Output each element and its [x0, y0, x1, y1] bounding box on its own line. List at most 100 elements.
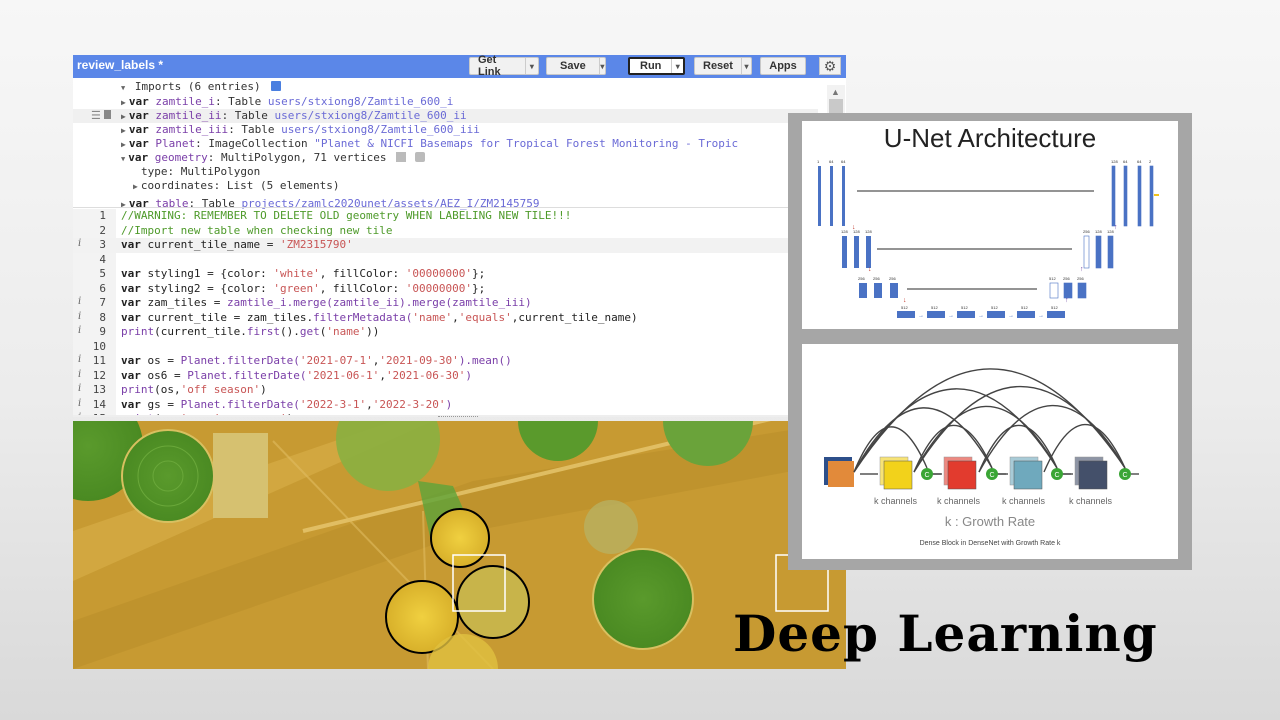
info-icon[interactable]: i [78, 238, 81, 249]
import-type: : ImageCollection [195, 137, 315, 150]
line-number: 5 [99, 267, 106, 280]
code-token: '2021-07-1' [299, 354, 373, 367]
run-button[interactable]: Run ▾ [628, 57, 685, 75]
code-line[interactable]: i 9 print(current_tile.first().get('name')… [73, 325, 818, 340]
line-number: 1 [99, 209, 106, 222]
labeled-polygon[interactable] [430, 508, 490, 568]
import-entry[interactable]: ▶ var Planet: ImageCollection "Planet & N… [121, 137, 738, 151]
collapse-triangle-icon[interactable]: ▼ [121, 155, 125, 163]
geometry-coordinates[interactable]: ▶ coordinates: List (5 elements) [133, 179, 340, 193]
reset-label: Reset [703, 60, 733, 72]
imports-header[interactable]: ▼ Imports (6 entries) [121, 80, 282, 94]
save-button[interactable]: Save ▾ [546, 57, 606, 75]
edit-geometry-icon[interactable] [396, 152, 407, 162]
code-line[interactable]: 4 [73, 253, 818, 268]
expand-triangle-icon[interactable]: ▶ [121, 140, 126, 149]
scroll-up-arrow-icon[interactable]: ▲ [831, 87, 840, 97]
target-icon[interactable] [414, 152, 425, 162]
code-line[interactable]: i 14 var gs = Planet.filterDate('2022-3-1'… [73, 398, 818, 413]
get-link-button[interactable]: Get Link ▾ [469, 55, 539, 78]
satellite-map[interactable] [73, 421, 846, 669]
code-line[interactable]: i 8 var current_tile = zam_tiles.filterMet… [73, 311, 818, 326]
code-token: , fillColor: [319, 281, 406, 295]
import-entry[interactable]: ▶ var zamtile_i: Table users/stxiong8/Zam… [121, 95, 453, 109]
code-line[interactable]: 10 [73, 340, 818, 355]
code-text: var current_tile_name = 'ZM2315790' [121, 238, 353, 251]
arrow-icon: → [948, 313, 954, 319]
drag-handle-icon[interactable]: ☰ [91, 109, 101, 122]
document-icon[interactable] [271, 81, 282, 91]
reset-button[interactable]: Reset ▾ [694, 57, 752, 75]
channel-count-label: 256 [873, 276, 880, 281]
info-icon[interactable]: i [78, 296, 81, 307]
labeled-polygon[interactable] [456, 565, 530, 639]
code-token: 'name' [412, 310, 453, 324]
feature-block [883, 460, 913, 490]
code-token: '00000000' [405, 267, 473, 280]
code-text: //Import new table when checking new til… [121, 224, 393, 237]
code-token: filterMetadata( [313, 310, 413, 324]
code-token: '2022-3-20' [372, 397, 446, 411]
collapse-triangle-icon[interactable]: ▼ [121, 84, 125, 92]
code-token: ) [465, 368, 473, 382]
panel-resize-handle[interactable] [73, 415, 846, 417]
feature-map-bar [1017, 311, 1035, 318]
chevron-down-icon[interactable]: ▾ [598, 58, 605, 74]
concat-symbol: C [925, 472, 930, 479]
feature-block [1013, 460, 1043, 490]
code-line[interactable]: 5 var styling1 = {color: 'white', fillCol… [73, 267, 818, 282]
imports-divider [73, 207, 818, 208]
info-icon[interactable]: i [78, 325, 81, 336]
expand-triangle-icon[interactable]: ▶ [121, 98, 126, 107]
concat-symbol: C [990, 472, 995, 479]
chevron-down-icon[interactable]: ▾ [524, 58, 538, 74]
code-line[interactable]: 1 //WARNING: REMEMBER TO DELETE OLD geome… [73, 209, 818, 224]
concat-symbol: C [1123, 472, 1128, 479]
info-icon[interactable]: i [78, 369, 81, 380]
code-line[interactable]: i 13 print(os,'off season') [73, 383, 818, 398]
code-line[interactable]: i 12 var os6 = Planet.filterDate('2021-06-… [73, 369, 818, 384]
line-number: 3 [99, 238, 106, 251]
channel-count-label: 1 [817, 159, 820, 164]
chevron-down-icon[interactable]: ▾ [740, 58, 751, 74]
code-text: var gs = Planet.filterDate('2022-3-1','2… [121, 398, 452, 411]
channel-count-label: 64 [1123, 159, 1128, 164]
code-token: var [121, 354, 141, 367]
expand-triangle-icon[interactable]: ▶ [121, 126, 126, 135]
channel-count-label: 512 [1051, 305, 1058, 310]
code-token: print [121, 325, 155, 338]
up-arrow-icon: ↑ [1065, 297, 1069, 304]
import-entry-expanded[interactable]: ▼ var geometry: MultiPolygon, 71 vertices [121, 151, 425, 165]
densenet-figure: C C C C k channels k channels k channels k … [802, 344, 1178, 559]
code-token: print [121, 383, 155, 396]
import-entry[interactable]: ▶ var zamtile_iii: Table users/stxiong8/Z… [121, 123, 480, 137]
code-line[interactable]: i 7 var zam_tiles = zamtile_i.merge(zamtil… [73, 296, 818, 311]
apps-button[interactable]: Apps [760, 57, 806, 75]
info-icon[interactable]: i [78, 354, 81, 365]
arrow-icon: → [1038, 313, 1044, 319]
info-icon[interactable]: i [78, 398, 81, 409]
down-arrow-icon: ↓ [852, 224, 856, 231]
code-line[interactable]: i 11 var os = Planet.filterDate('2021-07-1… [73, 354, 818, 369]
editor-toolbar: review_labels * Get Link ▾ Save ▾ Run ▾ … [73, 55, 846, 78]
line-number: 14 [92, 397, 106, 411]
code-token: )) [366, 325, 380, 338]
channel-count-label: 128 [865, 229, 872, 234]
code-area[interactable]: 1 //WARNING: REMEMBER TO DELETE OLD geome… [73, 209, 818, 417]
code-line[interactable]: i 3 var current_tile_name = 'ZM2315790' [73, 238, 818, 253]
code-token: styling1 = {color: [140, 267, 274, 280]
expand-triangle-icon[interactable]: ▶ [133, 182, 138, 191]
code-line[interactable]: 2 //Import new table when checking new ti… [73, 224, 818, 239]
delete-trash-icon[interactable] [104, 110, 111, 119]
import-entry-hovered[interactable]: ☰ ▶ var zamtile_ii: Table users/stxiong8/… [73, 109, 818, 123]
chevron-down-icon[interactable]: ▾ [671, 59, 683, 73]
expand-triangle-icon[interactable]: ▶ [121, 112, 126, 121]
line-number: 2 [99, 223, 106, 237]
info-icon[interactable]: i [78, 311, 81, 322]
code-text: var zam_tiles = zamtile_i.merge(zamtile_… [121, 296, 532, 309]
info-icon[interactable]: i [78, 383, 81, 394]
code-line[interactable]: 6 var styling2 = {color: 'green', fillCol… [73, 282, 818, 297]
settings-gear-icon[interactable]: ⚙ [819, 57, 841, 75]
import-path: users/stxiong8/Zamtile_600_iii [281, 123, 480, 136]
imports-panel: ▼ Imports (6 entries) ▶ var zamtile_i: Ta… [73, 78, 833, 210]
